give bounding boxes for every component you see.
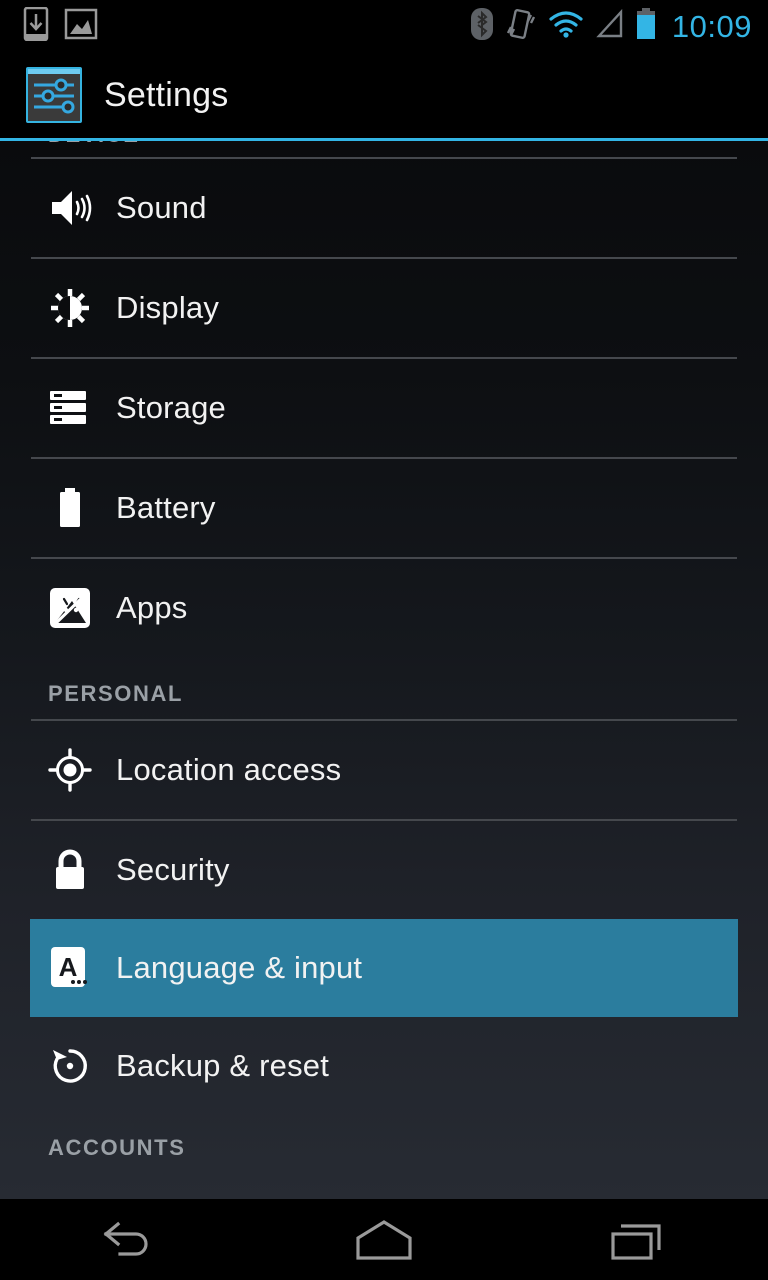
- bluetooth-icon: [470, 7, 494, 46]
- language-a-icon: A: [48, 946, 92, 990]
- screenshot-icon: [64, 8, 98, 45]
- download-icon: [22, 6, 50, 46]
- list-item-apps[interactable]: Apps: [0, 559, 768, 657]
- list-item-location-access[interactable]: Location access: [0, 721, 768, 819]
- brightness-icon: [48, 287, 92, 329]
- status-bar: 10:09: [0, 0, 768, 52]
- list-item-label: Display: [116, 290, 220, 325]
- action-bar[interactable]: Settings: [0, 52, 768, 138]
- storage-icon: [48, 389, 92, 427]
- list-item-backup-and-reset[interactable]: Backup & reset: [0, 1017, 768, 1115]
- status-bar-notifications: [0, 6, 98, 46]
- home-button[interactable]: [284, 1199, 484, 1280]
- speaker-icon: [48, 188, 92, 228]
- list-item-label: Location access: [116, 752, 342, 787]
- wifi-icon: [548, 9, 584, 44]
- navigation-bar: [0, 1199, 768, 1280]
- list-item-language-and-input[interactable]: A Language & input: [30, 919, 738, 1017]
- list-item-label: Security: [116, 852, 230, 887]
- settings-list[interactable]: DEVICE Sound: [0, 141, 768, 1199]
- list-item-security[interactable]: Security: [0, 821, 768, 919]
- settings-sliders-icon[interactable]: [26, 67, 82, 123]
- lock-icon: [48, 849, 92, 891]
- location-crosshair-icon: [48, 748, 92, 792]
- list-item-label: Language & input: [116, 950, 363, 985]
- status-bar-system-icons: 10:09: [470, 7, 768, 46]
- list-item-display[interactable]: Display: [0, 259, 768, 357]
- section-header-device: DEVICE: [0, 141, 768, 157]
- list-item-label: Sound: [116, 190, 207, 225]
- page-title: Settings: [104, 75, 229, 114]
- apps-android-icon: [48, 587, 92, 629]
- battery-icon: [636, 7, 656, 45]
- list-item-label: Storage: [116, 390, 226, 425]
- svg-text:A: A: [59, 952, 78, 982]
- list-item-sound[interactable]: Sound: [0, 159, 768, 257]
- list-item-label: Backup & reset: [116, 1048, 330, 1083]
- back-button[interactable]: [28, 1199, 228, 1280]
- list-item-battery[interactable]: Battery: [0, 459, 768, 557]
- recents-button[interactable]: [540, 1199, 740, 1280]
- status-bar-clock: 10:09: [671, 8, 752, 44]
- android-settings-screen: 10:09 Settings DEVICE: [0, 0, 768, 1280]
- list-item-label: Apps: [116, 590, 188, 625]
- list-item-label: Battery: [116, 490, 216, 525]
- cell-signal-icon: [596, 8, 624, 44]
- section-header-personal: PERSONAL: [48, 681, 184, 706]
- list-item-storage[interactable]: Storage: [0, 359, 768, 457]
- vibrate-icon: [506, 7, 536, 46]
- battery-full-icon: [48, 487, 92, 529]
- restore-icon: [48, 1044, 92, 1088]
- section-header-accounts: ACCOUNTS: [48, 1135, 186, 1160]
